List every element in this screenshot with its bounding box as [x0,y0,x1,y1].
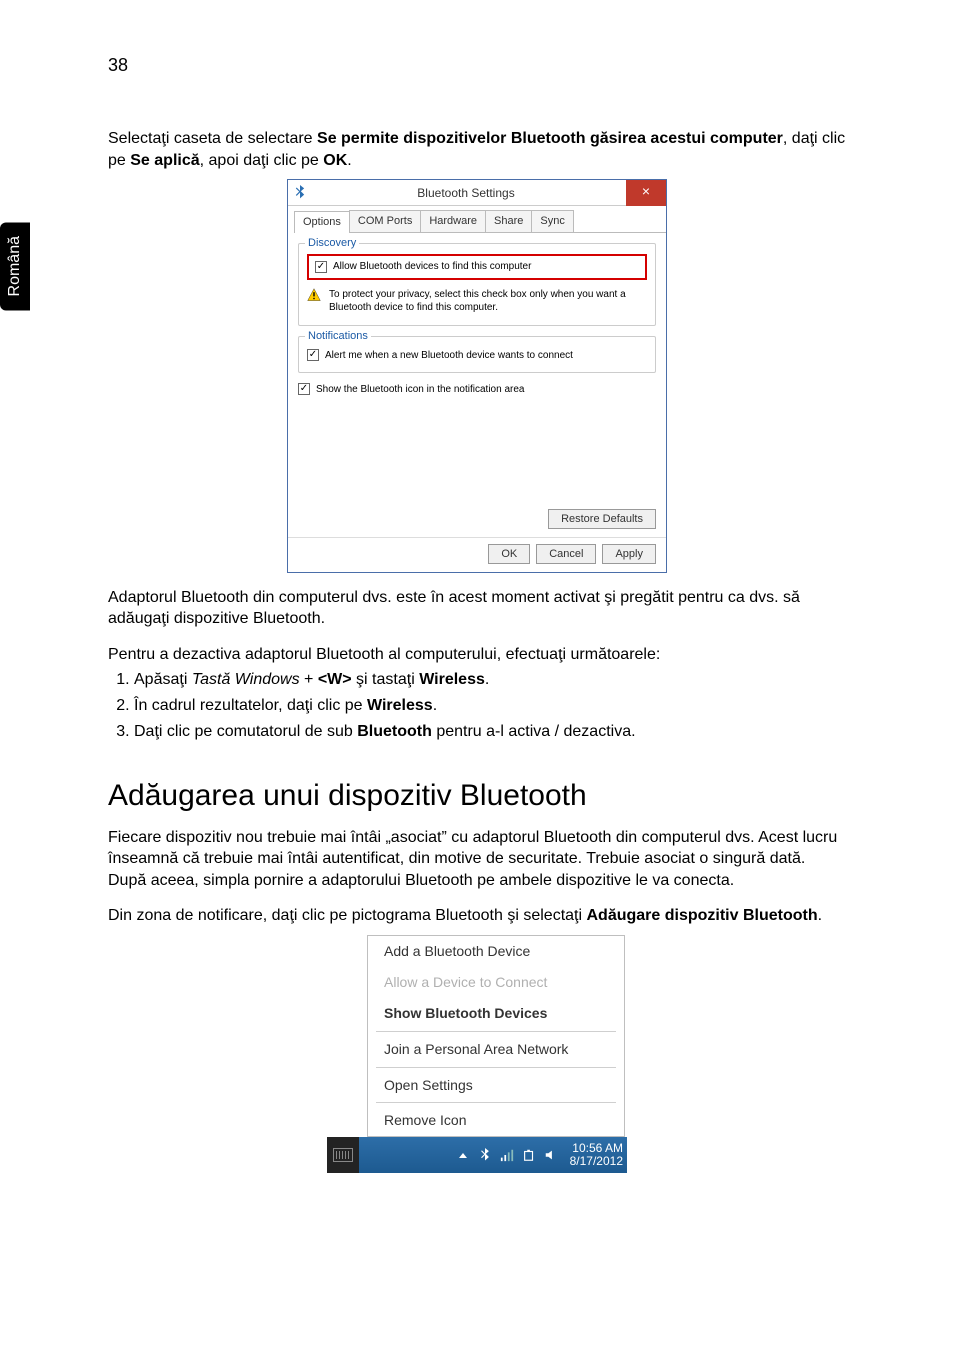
taskbar: 10:56 AM 8/17/2012 [327,1137,627,1173]
bluetooth-icon [480,1148,490,1162]
paragraph-deactivate-intro: Pentru a dezactiva adaptorul Bluetooth a… [108,644,846,666]
text-bold: Wireless [419,671,485,688]
menu-separator [376,1067,616,1068]
warning-icon [307,288,321,302]
text: Selectaţi caseta de selectare [108,130,317,147]
text-bold: Se aplică [130,152,199,169]
step-2: În cadrul rezultatelor, daţi clic pe Wir… [134,695,846,717]
text-italic: Tastă Windows [192,671,300,688]
text: Din zona de notificare, daţi clic pe pic… [108,907,586,924]
notifications-legend: Notifications [305,329,371,344]
bluetooth-icon [294,185,306,200]
tray-battery-icon[interactable] [522,1148,536,1162]
tab-com-ports[interactable]: COM Ports [349,210,421,232]
text: . [347,152,351,169]
alert-checkbox[interactable]: ✓ [307,349,319,361]
keyboard-tray-button[interactable] [327,1148,359,1162]
text-bold: Adăugare dispozitiv Bluetooth [586,907,817,924]
text: . [485,671,489,688]
signal-icon [500,1148,514,1162]
menu-show-devices[interactable]: Show Bluetooth Devices [368,998,624,1029]
battery-icon [522,1148,536,1162]
text: . [818,907,822,924]
text-bold: <W> [318,671,352,688]
allow-find-highlight: ✓ Allow Bluetooth devices to find this c… [307,254,647,280]
tray-volume-icon[interactable] [544,1148,558,1162]
paragraph-activated: Adaptorul Bluetooth din computerul dvs. … [108,587,846,630]
allow-find-checkbox[interactable]: ✓ [315,261,327,273]
alert-label: Alert me when a new Bluetooth device wan… [325,349,573,363]
system-tray: 10:56 AM 8/17/2012 [359,1137,627,1173]
tab-sync[interactable]: Sync [531,210,573,232]
text: pentru a-l activa / dezactiva. [432,723,636,740]
text-bold: OK [323,152,347,169]
ok-button[interactable]: OK [488,544,530,564]
main-content: Selectaţi caseta de selectare Se permite… [108,128,846,1173]
restore-defaults-button[interactable]: Restore Defaults [548,509,656,529]
dialog-tabs: Options COM Ports Hardware Share Sync [294,210,666,233]
allow-find-label: Allow Bluetooth devices to find this com… [333,260,531,274]
menu-separator [376,1031,616,1032]
cancel-button[interactable]: Cancel [536,544,596,564]
discovery-group: Discovery ✓ Allow Bluetooth devices to f… [298,243,656,326]
menu-separator [376,1102,616,1103]
privacy-warning: To protect your privacy, select this che… [307,288,647,315]
menu-remove-icon[interactable]: Remove Icon [368,1105,624,1136]
warning-text: To protect your privacy, select this che… [329,288,647,315]
paragraph-intro: Selectaţi caseta de selectare Se permite… [108,128,846,171]
apply-button[interactable]: Apply [602,544,656,564]
chevron-up-icon [459,1153,467,1158]
page-number: 38 [108,55,128,76]
tab-share[interactable]: Share [485,210,532,232]
language-tab: Română [0,222,30,310]
menu-join-pan[interactable]: Join a Personal Area Network [368,1034,624,1065]
text: , apoi daţi clic pe [200,152,324,169]
keyboard-icon [333,1148,353,1162]
context-menu-figure: Add a Bluetooth Device Allow a Device to… [327,935,627,1173]
show-icon-row: ✓ Show the Bluetooth icon in the notific… [298,383,656,397]
bluetooth-settings-dialog: Bluetooth Settings × Options COM Ports H… [287,179,667,572]
text-bold: Se permite dispozitivelor Bluetooth găsi… [317,130,783,147]
paragraph-pairing: Fiecare dispozitiv nou trebuie mai întâi… [108,827,846,892]
dialog-title: Bluetooth Settings [306,185,626,201]
text-bold: Bluetooth [357,723,432,740]
close-button[interactable]: × [626,180,666,206]
show-icon-checkbox[interactable]: ✓ [298,383,310,395]
step-1: Apăsaţi Tastă Windows + <W> şi tastaţi W… [134,669,846,691]
tray-clock[interactable]: 10:56 AM 8/17/2012 [564,1142,623,1168]
tray-network-icon[interactable] [500,1148,514,1162]
text-bold: Wireless [367,697,433,714]
tab-hardware[interactable]: Hardware [420,210,486,232]
dialog-titlebar: Bluetooth Settings × [288,180,666,206]
text: Daţi clic pe comutatorul de sub [134,723,357,740]
text: . [433,697,437,714]
step-3: Daţi clic pe comutatorul de sub Bluetoot… [134,721,846,743]
text: şi tastaţi [352,671,420,688]
text: Apăsaţi [134,671,192,688]
notifications-group: Notifications ✓ Alert me when a new Blue… [298,336,656,374]
menu-open-settings[interactable]: Open Settings [368,1070,624,1101]
bluetooth-context-menu: Add a Bluetooth Device Allow a Device to… [367,935,625,1137]
steps-list: Apăsaţi Tastă Windows + <W> şi tastaţi W… [108,669,846,742]
text: În cadrul rezultatelor, daţi clic pe [134,697,367,714]
dialog-buttons: OK Cancel Apply [288,537,666,572]
section-heading: Adăugarea unui dispozitiv Bluetooth [108,776,846,817]
text: + [300,671,318,688]
show-icon-label: Show the Bluetooth icon in the notificat… [316,383,524,397]
tab-options[interactable]: Options [294,211,350,233]
paragraph-notification-click: Din zona de notificare, daţi clic pe pic… [108,905,846,927]
speaker-icon [544,1148,558,1162]
menu-allow-connect: Allow a Device to Connect [368,967,624,998]
discovery-legend: Discovery [305,236,359,251]
menu-add-device[interactable]: Add a Bluetooth Device [368,936,624,967]
tray-bluetooth-icon[interactable] [478,1148,492,1162]
tray-overflow-button[interactable] [456,1148,470,1162]
clock-date: 8/17/2012 [570,1155,623,1168]
